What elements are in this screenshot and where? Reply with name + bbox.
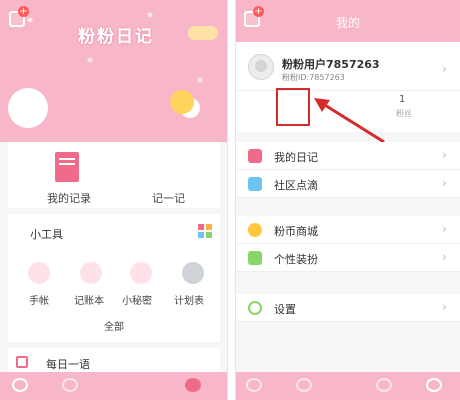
coin-icon	[248, 223, 262, 237]
menu-item-dressup[interactable]	[236, 244, 460, 272]
chevron-right-icon: ›	[442, 148, 447, 162]
menu-item-diary[interactable]	[236, 142, 460, 170]
avatar[interactable]	[248, 54, 274, 80]
add-icon[interactable]: +	[244, 6, 264, 27]
menu-label-community: 社区点滴	[274, 179, 318, 192]
chevron-right-icon: ›	[442, 250, 447, 264]
tool-label-plan[interactable]: 计划表	[174, 292, 204, 307]
app-title: 粉粉日记	[78, 27, 154, 47]
bag-icon[interactable]	[80, 262, 102, 284]
calendar-icon[interactable]	[182, 262, 204, 284]
daily-quote-label: 每日一语	[46, 358, 90, 371]
profile-tab-icon[interactable]	[426, 378, 442, 392]
pen-icon[interactable]	[28, 262, 50, 284]
chevron-right-icon: ›	[442, 62, 447, 76]
menu-item-settings[interactable]	[236, 294, 460, 322]
grid-icon[interactable]	[198, 224, 212, 238]
page-title: 我的	[336, 16, 361, 30]
user-id: 粉粉ID:7857263	[282, 73, 345, 82]
home-tab-icon[interactable]	[12, 378, 28, 392]
username: 粉粉用户7857263	[282, 58, 380, 71]
my-records-label[interactable]: 我的记录	[47, 190, 91, 206]
right-screen: + 我的 粉粉用户7857263 粉粉ID:7857263 › 1 粉丝 我的日…	[235, 0, 460, 400]
left-screen: + 粉粉日记 我的记录 记一记 小工具 手帐 记账本 小秘密 计划表 全部 每日…	[0, 0, 228, 400]
menu-label-settings: 设置	[274, 303, 296, 316]
message-tab-icon[interactable]	[376, 378, 392, 392]
weather-icon	[170, 90, 194, 114]
stat-value-fans[interactable]: 1	[399, 94, 405, 105]
book-icon[interactable]	[55, 152, 79, 182]
menu-label-dressup: 个性装扮	[274, 253, 318, 266]
chevron-right-icon: ›	[442, 300, 447, 314]
home-tab-icon[interactable]	[246, 378, 262, 392]
tools-title: 小工具	[30, 228, 63, 241]
community-tab-icon[interactable]	[296, 378, 312, 392]
menu-item-shop[interactable]	[236, 216, 460, 244]
avatar[interactable]	[8, 88, 48, 128]
lock-icon[interactable]	[130, 262, 152, 284]
leaf-icon	[248, 251, 262, 265]
tool-label-ledger[interactable]: 记账本	[74, 292, 104, 307]
menu-item-community[interactable]	[236, 170, 460, 198]
tool-label-secret[interactable]: 小秘密	[122, 292, 152, 307]
community-tab-icon[interactable]	[62, 378, 78, 392]
menu-label-shop: 粉币商城	[274, 225, 318, 238]
chevron-right-icon: ›	[442, 222, 447, 236]
chevron-right-icon: ›	[442, 176, 447, 190]
diary-icon	[248, 149, 262, 163]
add-icon[interactable]: +	[9, 6, 29, 27]
header-badge[interactable]	[188, 26, 218, 40]
menu-label-diary: 我的日记	[274, 151, 318, 164]
gear-icon	[248, 301, 262, 315]
highlight-box	[276, 88, 310, 126]
stat-label-fans: 粉丝	[396, 109, 412, 118]
records-card	[8, 142, 220, 208]
write-label[interactable]: 记一记	[152, 190, 185, 206]
tool-label-notebook[interactable]: 手帐	[29, 292, 49, 307]
write-tab-icon[interactable]	[185, 378, 201, 392]
community-icon	[248, 177, 262, 191]
quote-icon	[16, 356, 28, 368]
all-tools-link[interactable]: 全部	[104, 318, 124, 333]
